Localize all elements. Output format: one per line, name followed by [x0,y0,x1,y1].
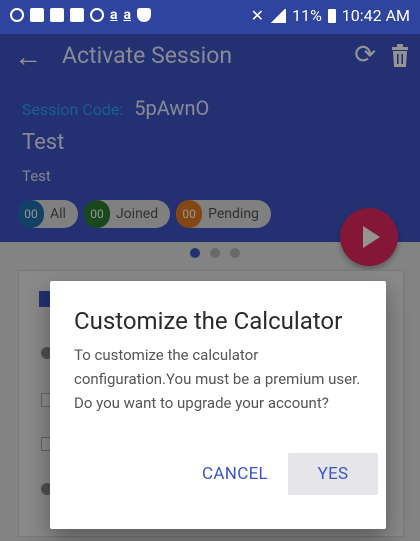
alert-icon [30,8,44,22]
amazon-icon: a [110,7,118,23]
shield-icon [137,8,151,22]
notification-icon [10,8,24,22]
dialog-title: Customize the Calculator [74,307,343,335]
cancel-button[interactable]: CANCEL [190,453,280,495]
battery-percent: 11% [292,6,322,25]
status-right: ✕ 11% 10:42 AM [251,6,410,25]
status-bar: a a ✕ 11% 10:42 AM [0,0,420,34]
dialog-message: To customize the calculator configuratio… [74,346,361,412]
upgrade-dialog: Customize the Calculator To customize th… [50,281,386,529]
status-notifications: a a [10,7,151,23]
clock: 10:42 AM [341,6,410,25]
signal-icon [270,8,287,23]
message-icon [50,8,64,22]
yes-button[interactable]: YES [288,453,378,495]
photo-icon [70,8,84,22]
battery-icon [327,8,336,23]
amazon-icon-2: a [123,7,132,23]
mute-icon: ✕ [250,6,265,25]
voicemail-icon [90,8,104,22]
